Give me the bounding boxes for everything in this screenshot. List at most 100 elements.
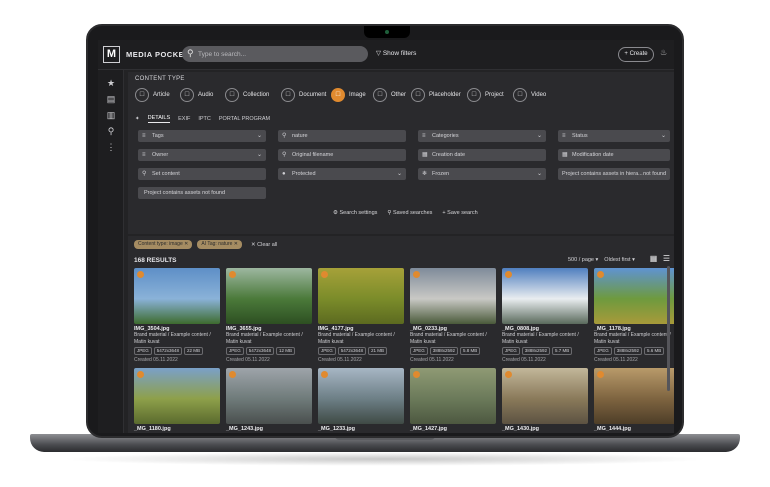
asset-meta-type: JPEG [410,347,428,355]
asset-card[interactable]: _MG_0808.jpg Brand material / Example con… [502,268,588,363]
asset-meta-size: 12 MB [276,347,296,355]
asset-thumbnail[interactable] [594,268,674,324]
saved-searches-button[interactable]: ⚲ Saved searches [387,210,432,216]
bell-icon[interactable]: ♨ [660,48,667,57]
per-page-label: 500 / page [568,257,594,263]
categories-field[interactable]: ⋮≡Categories⌄ [418,130,546,142]
modification-date-field[interactable]: ⋮▦Modification date [558,149,670,161]
asset-thumbnail[interactable] [502,368,588,424]
frozen-field[interactable]: ⋮❄Frozen⌄ [418,168,546,180]
asset-card[interactable]: _MG_1243.jpg [226,368,312,432]
asset-card[interactable]: _MG_1444.jpg [594,368,674,432]
show-filters-button[interactable]: ▽ Show filters [376,49,416,57]
asset-card[interactable]: IMG_3504.jpg Brand material / Example con… [134,268,220,363]
chevron-down-icon: ⌄ [660,133,666,139]
asset-thumbnail[interactable] [134,268,220,324]
original-filename-field[interactable]: ⋮⚲Original filename [278,149,406,161]
owner-field[interactable]: ⋮≡Owner⌄ [138,149,266,161]
pin-icon[interactable]: ✦ [135,116,140,122]
search-input[interactable] [198,46,363,62]
asset-card[interactable]: IMG_4177.jpg Brand material / Example con… [318,268,404,363]
search-box[interactable]: ⚲ [182,46,368,62]
asset-card[interactable]: IMG_3655.jpg Brand material / Example con… [226,268,312,363]
asset-thumbnail[interactable] [502,268,588,324]
filter-chip[interactable]: Content type: image ✕ [134,240,193,249]
asset-thumbnail[interactable] [410,268,496,324]
folder-icon[interactable]: ▤ [106,94,116,105]
asset-filename[interactable]: _MG_1427.jpg [410,426,496,432]
content-type-article[interactable]: □ Article [135,87,170,103]
show-filters-label: Show filters [382,50,417,57]
content-type-collection[interactable]: □ Collection [225,87,269,103]
list-view-icon[interactable]: ☰ [661,254,672,264]
grid-view-icon[interactable]: ▦ [648,254,659,264]
sort-select[interactable]: Oldest first ▾ [604,257,635,263]
text-search-field[interactable]: ⋮⚲nature [278,130,406,142]
asset-card[interactable]: _MG_0233.jpg Brand material / Example con… [410,268,496,363]
other-icon: □ [373,88,387,102]
asset-thumbnail[interactable] [594,368,674,424]
folder-open-icon[interactable]: ▥ [106,110,116,121]
content-type-image[interactable]: □ Image [331,87,366,103]
tab-exif[interactable]: EXIF [178,116,190,122]
content-type-placeholder[interactable]: □ Placeholder [411,87,461,103]
asset-thumbnail[interactable] [134,368,220,424]
content-type-audio[interactable]: □ Audio [180,87,213,103]
asset-thumbnail[interactable] [318,368,404,424]
project-contains-field[interactable]: ⋮Project contains assets in hiera...not … [558,168,670,180]
asset-thumbnail[interactable] [318,268,404,324]
asset-card[interactable]: _MG_1427.jpg [410,368,496,432]
project-contains-label: Project contains assets in hiera... [562,171,643,177]
set-content-field[interactable]: ⋮⚲Set content [138,168,266,180]
search-icon: ⚲ [282,152,287,158]
asset-filename[interactable]: _MG_1180.jpg [134,426,220,432]
asset-filename[interactable]: _MG_1243.jpg [226,426,312,432]
logo[interactable]: M [103,46,120,63]
content-type-video[interactable]: □ Video [513,87,546,103]
project-not-found-field[interactable]: ⋮Project contains assets not found [138,187,266,199]
more-icon[interactable]: ⋮ [106,142,116,153]
tags-field[interactable]: ⋮≡Tags⌄ [138,130,266,142]
asset-meta-tags: JPEG 3888x2592 5.8 MB [410,347,496,355]
asset-created: Created 05.11.2022 [318,357,362,363]
save-search-button[interactable]: + Save search [442,210,477,216]
asset-meta-size: 5.8 MB [460,347,481,355]
status-field[interactable]: ⋮≡Status⌄ [558,130,670,142]
asset-path: Brand material / Example content / Matin… [226,332,303,345]
search-actions: ⚙ Search settings ⚲ Saved searches + Sav… [333,210,478,216]
asset-thumbnail[interactable] [410,368,496,424]
gear-icon: ⚙ [333,210,338,216]
asset-card[interactable]: _MG_1430.jpg [502,368,588,432]
asset-card[interactable]: _MG_1233.jpg [318,368,404,432]
creation-date-field[interactable]: ⋮▦Creation date [418,149,546,161]
search-nav-icon[interactable]: ⚲ [106,126,116,137]
asset-card[interactable]: _MG_1180.jpg [134,368,220,432]
filter-chip[interactable]: AI Tag: nature ✕ [197,240,242,249]
asset-filename[interactable]: _MG_1233.jpg [318,426,404,432]
clear-all-button[interactable]: ✕ Clear all [251,242,277,248]
star-icon[interactable]: ★ [106,78,116,89]
asset-filename[interactable]: _MG_1430.jpg [502,426,588,432]
asset-thumbnail[interactable] [226,268,312,324]
search-settings-button[interactable]: ⚙ Search settings [333,210,377,216]
asset-filename[interactable]: _MG_1444.jpg [594,426,674,432]
content-type-other[interactable]: □ Other [373,87,406,103]
tab-portal-program[interactable]: PORTAL PROGRAM [219,116,270,122]
clear-all-label: Clear all [257,241,278,248]
create-button[interactable]: + Create [618,47,654,62]
image-type-icon [413,271,420,278]
asset-thumbnail[interactable] [226,368,312,424]
content-type-label: Project [485,92,504,98]
protected-field[interactable]: ⋮●Protected⌄ [278,168,406,180]
asset-path: Brand material / Example content / Matin… [502,332,579,345]
per-page-select[interactable]: 500 / page ▾ [568,257,598,263]
tab-iptc[interactable]: IPTC [198,116,211,122]
content-type-document[interactable]: □ Document [281,87,326,103]
tab-details[interactable]: DETAILS [147,115,171,123]
asset-card[interactable]: _MG_1178.jpg Brand material / Example con… [594,268,674,363]
scrollbar[interactable] [667,266,670,391]
asset-meta-size: 21 MB [368,347,388,355]
asset-meta-type: JPEG [594,347,612,355]
saved-searches-label: Saved searches [392,210,433,216]
content-type-project[interactable]: □ Project [467,87,504,103]
